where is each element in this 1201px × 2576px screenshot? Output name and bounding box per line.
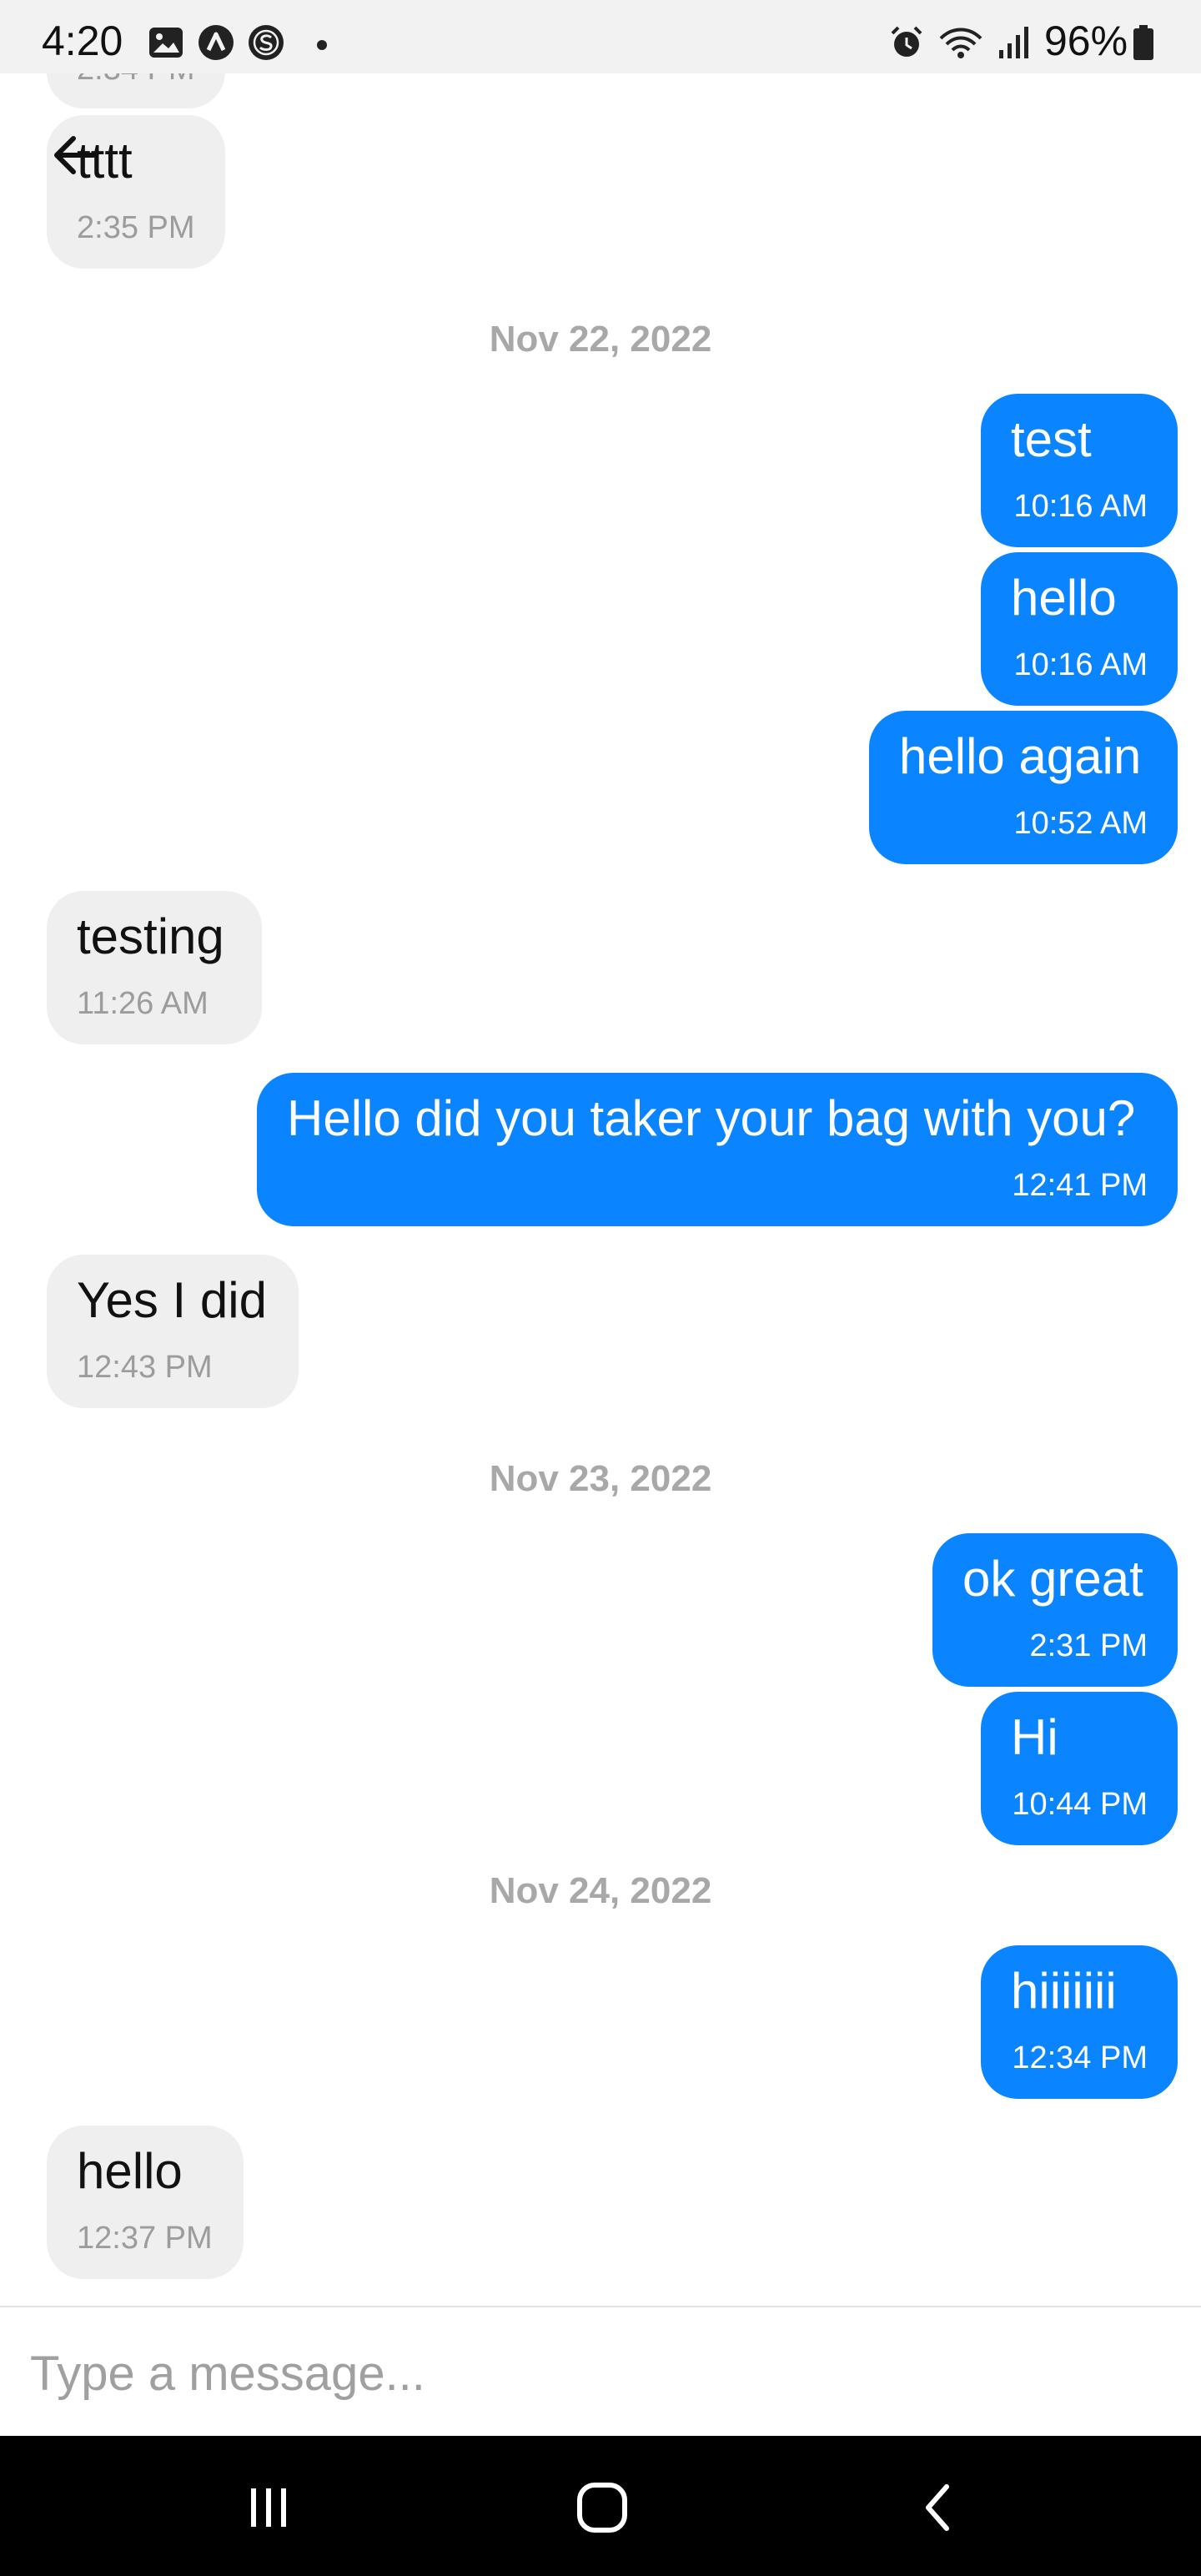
home-button[interactable]	[552, 2473, 652, 2543]
message-text: hiiiiiii	[1011, 1963, 1117, 2019]
message-text: Hello did you taker your bag with you?	[287, 1090, 1136, 1146]
date-separator: Nov 23, 2022	[489, 1458, 712, 1499]
message-time: 2:35 PM	[77, 210, 195, 245]
message-list[interactable]: 2:34 PM tttt 2:35 PM Nov 22, 2022 test 1…	[0, 0, 1201, 2306]
message-text: hello	[1011, 570, 1117, 626]
composer-bar	[0, 2306, 1201, 2436]
a-app-icon	[198, 25, 234, 60]
system-nav-bar	[0, 2436, 1201, 2576]
message-text: Yes I did	[77, 1272, 267, 1328]
home-icon	[577, 2483, 627, 2533]
status-bar: 4:20 96%	[0, 0, 1201, 73]
message-text: Hi	[1011, 1709, 1058, 1765]
message-time: 10:44 PM	[1012, 1787, 1148, 1822]
dot-icon	[317, 40, 327, 50]
s-app-icon	[249, 25, 284, 60]
gallery-icon	[149, 28, 183, 58]
message-time: 12:41 PM	[1012, 1168, 1148, 1203]
message-bubble-outgoing: test 10:16 AM	[981, 394, 1178, 547]
date-separator: Nov 24, 2022	[489, 1870, 712, 1911]
message-bubble-outgoing: Hello did you taker your bag with you? 1…	[257, 1073, 1178, 1226]
message-time: 12:37 PM	[77, 2221, 213, 2256]
wifi-icon	[939, 28, 982, 58]
message-bubble-outgoing: Hi 10:44 PM	[981, 1692, 1178, 1845]
signal-icon	[999, 27, 1028, 58]
message-time: 10:16 AM	[1013, 489, 1148, 524]
message-time: 12:43 PM	[77, 1350, 213, 1385]
status-time: 4:20	[42, 18, 123, 64]
message-time: 2:31 PM	[1029, 1628, 1148, 1663]
battery-icon	[1133, 25, 1153, 60]
message-text: ok great	[962, 1551, 1143, 1607]
alarm-icon	[891, 26, 922, 57]
recents-button[interactable]	[219, 2473, 319, 2543]
battery-percent: 96%	[1044, 18, 1128, 64]
back-button[interactable]	[889, 2473, 989, 2543]
message-bubble-incoming: testing 11:26 AM	[47, 891, 262, 1044]
back-arrow-icon[interactable]	[52, 132, 98, 179]
message-text: hello again	[899, 728, 1142, 784]
message-text: test	[1011, 411, 1092, 467]
message-time: 10:16 AM	[1013, 647, 1148, 682]
message-bubble-outgoing: hello 10:16 AM	[981, 552, 1178, 706]
message-bubble-incoming: hello 12:37 PM	[47, 2126, 244, 2279]
message-input[interactable]	[28, 2332, 1166, 2414]
message-time: 10:52 AM	[1013, 806, 1148, 841]
message-time: 11:26 AM	[77, 986, 209, 1021]
back-nav-icon	[926, 2484, 949, 2531]
message-bubble-outgoing: hiiiiiii 12:34 PM	[981, 1945, 1178, 2099]
message-bubble-outgoing: hello again 10:52 AM	[869, 711, 1178, 864]
date-separator: Nov 22, 2022	[489, 319, 712, 360]
message-text: hello	[77, 2143, 183, 2199]
message-time: 12:34 PM	[1012, 2040, 1148, 2075]
message-text: testing	[77, 908, 224, 964]
message-bubble-outgoing: ok great 2:31 PM	[932, 1533, 1178, 1687]
recents-icon	[251, 2488, 286, 2527]
message-bubble-incoming: Yes I did 12:43 PM	[47, 1255, 299, 1408]
